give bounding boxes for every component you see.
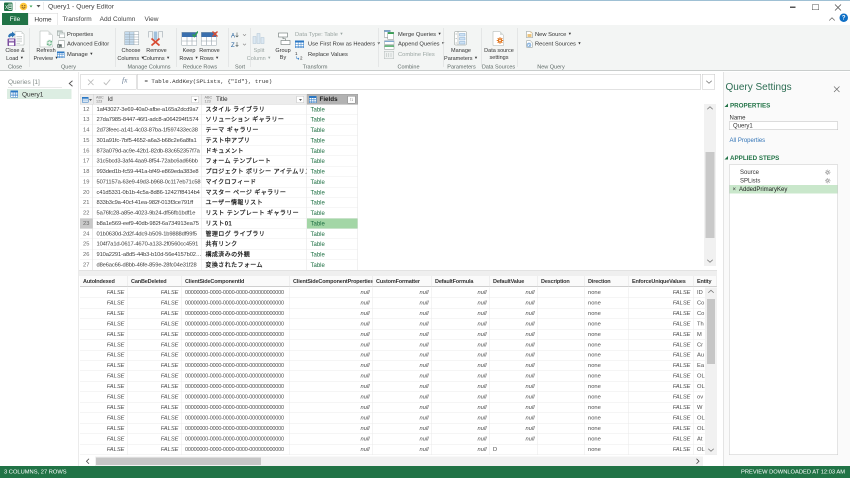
svg-text:2: 2 — [300, 56, 303, 61]
svg-text:A: A — [231, 34, 235, 40]
svg-text:1: 1 — [295, 51, 298, 56]
